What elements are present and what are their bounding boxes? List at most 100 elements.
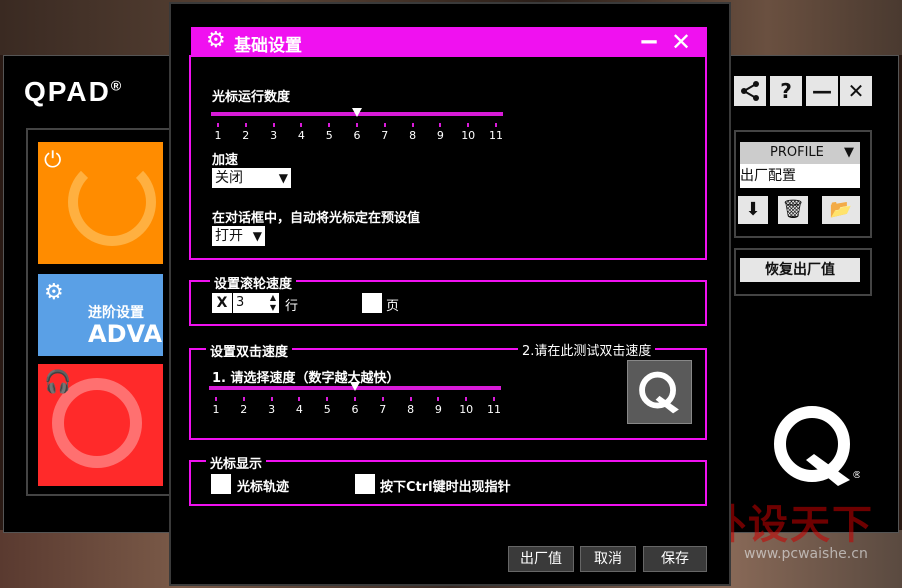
close-icon: ✕ xyxy=(847,79,865,103)
profile-value: 出厂配置 xyxy=(740,164,860,188)
power-icon: ⏻ xyxy=(44,148,62,173)
double-click-tick-label: 4 xyxy=(295,403,303,416)
double-click-tick xyxy=(354,397,356,401)
pointer-trail-checkbox[interactable] xyxy=(211,474,231,494)
power-ring-decoration xyxy=(68,158,156,246)
double-click-tick xyxy=(242,397,245,401)
download-button[interactable]: ⬇ xyxy=(738,196,768,224)
double-click-tick-label: 10 xyxy=(459,403,474,416)
scroll-lines-stepper[interactable]: 3 ▲ ▼ xyxy=(233,293,279,313)
double-click-tick-label: 11 xyxy=(487,403,501,416)
gear-icon: ⚙ xyxy=(44,280,64,305)
pointer-speed-tick-label: 2 xyxy=(242,129,250,142)
snap-to-dropdown[interactable]: 打开 ▼ xyxy=(212,226,265,246)
scroll-lines-checkbox[interactable]: X xyxy=(212,293,232,313)
pointer-speed-tick xyxy=(328,123,331,127)
profile-dropdown[interactable]: PROFILE ▼ xyxy=(740,142,860,164)
tile-power[interactable]: ⏻ xyxy=(38,142,163,264)
factory-default-button[interactable]: 出厂值 xyxy=(508,546,574,572)
svg-text:®: ® xyxy=(852,470,860,481)
pointer-speed-tick xyxy=(383,123,386,127)
double-click-tick xyxy=(493,397,495,401)
tile-advanced[interactable]: ⚙ 进阶设置 ADVA xyxy=(38,274,163,356)
pointer-speed-tick-label: 7 xyxy=(381,129,389,142)
open-folder-button[interactable]: 📂 xyxy=(822,196,860,224)
pointer-speed-tick xyxy=(244,123,247,127)
arrow-down-icon: ⬇ xyxy=(745,199,761,220)
cancel-button[interactable]: 取消 xyxy=(580,546,636,572)
double-click-tick-label: 2 xyxy=(240,403,248,416)
double-click-tick xyxy=(270,397,273,401)
double-click-tick-label: 9 xyxy=(434,403,442,416)
pointer-speed-tick-label: 3 xyxy=(270,129,278,142)
double-click-tick xyxy=(437,397,440,401)
acceleration-label: 加速 xyxy=(212,153,239,168)
scroll-lines-value: 3 xyxy=(236,295,245,310)
chevron-down-icon: ▼ xyxy=(252,229,262,243)
scroll-lines-unit: 行 xyxy=(285,299,299,314)
pointer-speed-tick-label: 9 xyxy=(436,129,444,142)
dialog-minimize-button[interactable]: ‒ xyxy=(640,27,658,55)
share-icon xyxy=(741,81,759,101)
pointer-speed-tick xyxy=(272,123,275,127)
scroll-legend: 设置滚轮速度 xyxy=(210,273,297,292)
close-button[interactable]: ✕ xyxy=(840,76,872,106)
pointer-speed-tick-label: 8 xyxy=(409,129,417,142)
trash-icon: 🗑 xyxy=(781,199,805,220)
double-click-tick xyxy=(298,397,301,401)
pointer-trail-label: 光标轨迹 xyxy=(237,480,290,495)
stepper-arrows-icon: ▲ ▼ xyxy=(269,293,277,312)
chevron-down-icon: ▼ xyxy=(844,145,854,160)
minimize-button[interactable]: — xyxy=(806,76,838,106)
pointer-speed-tick xyxy=(439,123,442,127)
share-button[interactable] xyxy=(734,76,766,106)
double-click-test-area[interactable] xyxy=(627,360,692,424)
folder-icon: 📂 xyxy=(829,199,853,220)
ctrl-pointer-label: 按下Ctrl键时出现指针 xyxy=(380,480,511,495)
double-click-tick xyxy=(381,397,384,401)
pointer-speed-tick-label: 11 xyxy=(489,129,503,142)
tile-support[interactable]: 🎧 xyxy=(38,364,163,486)
double-click-tick-label: 1 xyxy=(212,403,220,416)
scroll-page-unit: 页 xyxy=(386,299,400,314)
profile-label: PROFILE xyxy=(770,145,824,160)
pointer-display-legend: 光标显示 xyxy=(206,453,267,472)
pointer-speed-label: 光标运行数度 xyxy=(212,90,291,105)
double-click-tick-label: 3 xyxy=(268,403,276,416)
pointer-speed-tick-label: 1 xyxy=(214,129,222,142)
delete-button[interactable]: 🗑 xyxy=(778,196,808,224)
double-click-test-legend: 2.请在此测试双击速度 xyxy=(518,340,656,359)
double-click-legend: 设置双击速度 xyxy=(206,341,293,360)
pointer-speed-tick xyxy=(411,123,414,127)
headset-icon: 🎧 xyxy=(44,370,72,395)
chevron-down-icon: ▼ xyxy=(278,171,288,185)
save-button[interactable]: 保存 xyxy=(643,546,707,572)
q-logo-icon xyxy=(639,371,679,414)
scroll-page-checkbox[interactable] xyxy=(362,293,382,313)
double-click-tick xyxy=(215,397,217,401)
watermark-url: www.pcwaishe.cn xyxy=(744,546,868,562)
tile-advanced-label-cn: 进阶设置 xyxy=(88,305,144,321)
q-logo-icon: ® xyxy=(774,406,860,486)
snap-to-label: 在对话框中，自动将光标定在预设值 xyxy=(212,211,421,226)
pointer-speed-tick-label: 5 xyxy=(325,129,333,142)
pointer-speed-thumb[interactable] xyxy=(352,108,362,117)
restore-defaults-button[interactable]: 恢复出厂值 xyxy=(740,258,860,282)
double-click-tick xyxy=(409,397,412,401)
double-click-tick-label: 6 xyxy=(351,403,359,416)
acceleration-value: 关闭 xyxy=(215,170,243,186)
pointer-speed-tick xyxy=(356,123,358,127)
pointer-speed-tick xyxy=(300,123,303,127)
gear-icon: ⚙ xyxy=(206,28,226,53)
double-click-tick xyxy=(465,397,468,401)
dialog-close-button[interactable]: ✕ xyxy=(671,27,691,57)
ctrl-pointer-checkbox[interactable] xyxy=(355,474,375,494)
help-button[interactable]: ? xyxy=(770,76,802,106)
double-click-thumb[interactable] xyxy=(350,382,360,391)
double-click-tick-label: 7 xyxy=(379,403,387,416)
pointer-speed-tick xyxy=(467,123,470,127)
pointer-speed-tick xyxy=(217,123,219,127)
double-click-tick-label: 8 xyxy=(407,403,415,416)
double-click-slider-label: 1. 请选择速度（数字越大越快） xyxy=(212,371,400,386)
acceleration-dropdown[interactable]: 关闭 ▼ xyxy=(212,168,291,188)
